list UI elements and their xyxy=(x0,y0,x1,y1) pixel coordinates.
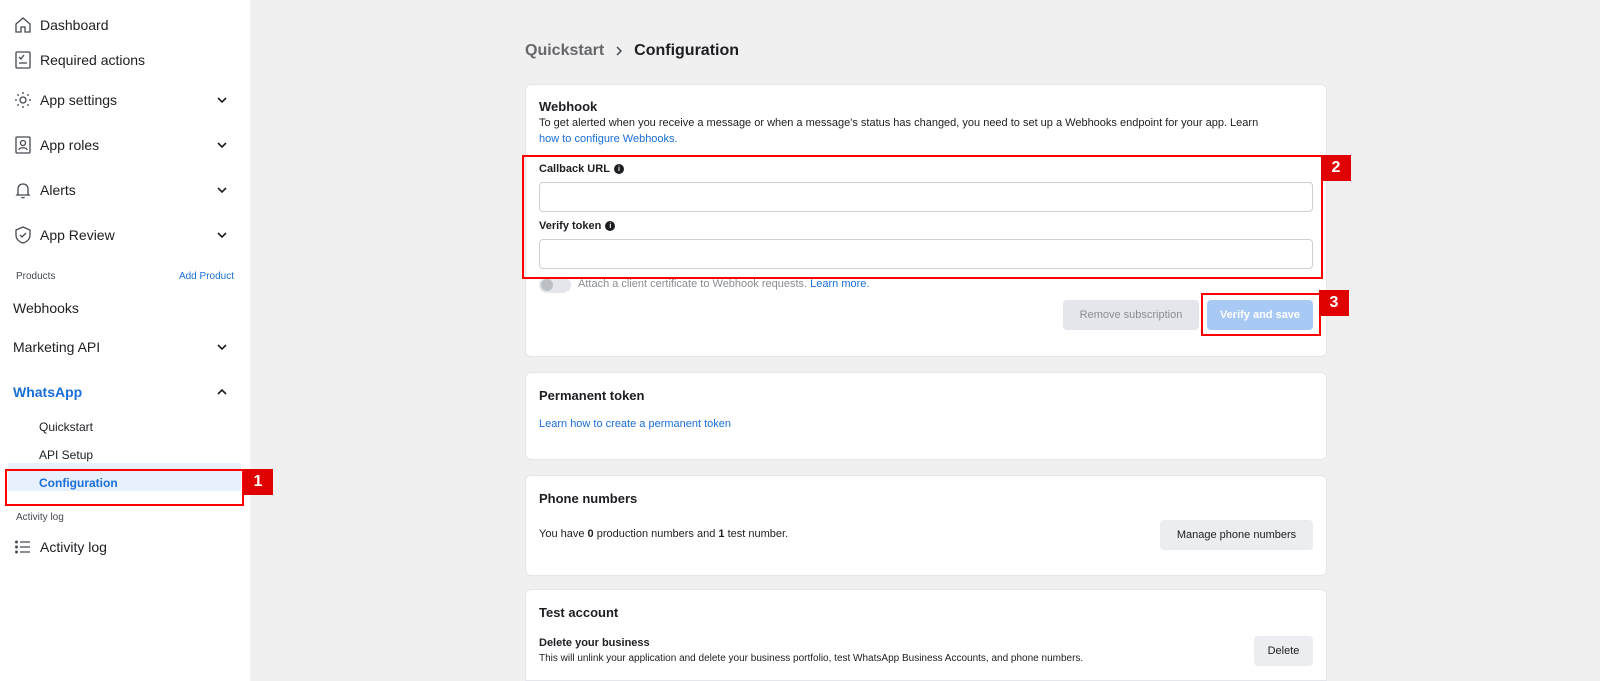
user-badge-icon xyxy=(13,135,33,155)
sidebar-item-activity-log[interactable]: Activity log xyxy=(13,533,234,561)
test-account-title: Test account xyxy=(539,605,619,620)
delete-business-heading: Delete your business xyxy=(539,637,650,649)
sidebar-item-label: Dashboard xyxy=(40,17,109,33)
activity-section-label: Activity log xyxy=(16,512,64,523)
delete-button[interactable]: Delete xyxy=(1254,636,1313,666)
breadcrumb-parent[interactable]: Quickstart xyxy=(525,42,604,60)
client-certificate-toggle[interactable] xyxy=(539,277,571,293)
sidebar-item-app-roles[interactable]: App roles xyxy=(13,131,234,159)
annotation-box-2 xyxy=(522,155,1323,279)
add-product-link[interactable]: Add Product xyxy=(179,271,234,282)
phone-numbers-title: Phone numbers xyxy=(539,491,638,506)
sidebar-item-label: Activity log xyxy=(40,539,107,555)
annotation-box-1 xyxy=(5,469,244,506)
client-certificate-text: Attach a client certificate to Webhook r… xyxy=(578,278,869,290)
permanent-token-card: Permanent token Learn how to create a pe… xyxy=(525,372,1327,460)
gear-icon xyxy=(13,90,33,110)
chevron-down-icon xyxy=(217,187,227,194)
sidebar-item-marketing-api[interactable]: Marketing API xyxy=(13,335,234,359)
test-account-card: Test account Delete your business This w… xyxy=(525,589,1327,681)
sidebar-item-label: App roles xyxy=(40,137,100,153)
configure-webhooks-link[interactable]: how to configure Webhooks. xyxy=(539,133,678,145)
annotation-tag-1: 1 xyxy=(243,469,273,495)
client-certificate-label: Attach a client certificate to Webhook r… xyxy=(578,278,808,290)
annotation-tag-2: 2 xyxy=(1321,155,1351,181)
bell-icon xyxy=(13,180,33,200)
sidebar-item-webhooks[interactable]: Webhooks xyxy=(13,296,234,320)
sidebar-item-app-settings[interactable]: App settings xyxy=(13,86,234,114)
summary-suffix: test number. xyxy=(724,528,789,540)
chevron-down-icon xyxy=(217,97,227,104)
breadcrumb-current: Configuration xyxy=(634,42,740,59)
sidebar-subitem-quickstart[interactable]: Quickstart xyxy=(39,420,93,434)
chevron-down-icon xyxy=(217,344,227,351)
webhook-description-text: To get alerted when you receive a messag… xyxy=(539,117,1259,129)
permanent-token-link[interactable]: Learn how to create a permanent token xyxy=(539,416,731,432)
sidebar-subitem-api-setup[interactable]: API Setup xyxy=(39,448,93,462)
permanent-token-title: Permanent token xyxy=(539,388,645,403)
remove-subscription-button[interactable]: Remove subscription xyxy=(1063,300,1199,330)
sidebar-item-label: Marketing API xyxy=(13,339,101,355)
phone-numbers-summary: You have 0 production numbers and 1 test… xyxy=(539,526,788,542)
delete-business-description: This will unlink your application and de… xyxy=(539,653,1084,664)
sidebar-item-whatsapp[interactable]: WhatsApp xyxy=(13,380,234,404)
webhook-title: Webhook xyxy=(539,99,598,114)
checklist-icon xyxy=(13,50,33,70)
breadcrumb: Quickstart Configuration xyxy=(525,42,739,60)
products-section-label: Products xyxy=(16,271,56,282)
home-icon xyxy=(13,15,33,35)
sidebar-item-required-actions[interactable]: Required actions xyxy=(13,46,234,74)
sidebar-item-alerts[interactable]: Alerts xyxy=(13,176,234,204)
sidebar-item-dashboard[interactable]: Dashboard xyxy=(13,11,234,39)
phone-numbers-card: Phone numbers You have 0 production numb… xyxy=(525,475,1327,576)
chevron-right-icon xyxy=(616,46,623,56)
toggle-knob xyxy=(541,279,553,291)
webhook-description: To get alerted when you receive a messag… xyxy=(539,115,1309,147)
chevron-down-icon xyxy=(217,142,227,149)
list-icon xyxy=(13,537,33,557)
chevron-down-icon xyxy=(217,232,227,239)
sidebar-item-label: Alerts xyxy=(40,182,76,198)
shield-check-icon xyxy=(13,225,33,245)
annotation-tag-3: 3 xyxy=(1319,290,1349,316)
sidebar-item-label: App Review xyxy=(40,227,115,243)
sidebar-item-app-review[interactable]: App Review xyxy=(13,221,234,249)
manage-phone-numbers-button[interactable]: Manage phone numbers xyxy=(1160,520,1313,550)
sidebar-item-label: Required actions xyxy=(40,52,146,68)
chevron-up-icon xyxy=(217,388,227,395)
summary-prefix: You have xyxy=(539,528,588,540)
sidebar-item-label: WhatsApp xyxy=(13,384,83,400)
summary-mid: production numbers and xyxy=(593,528,719,540)
sidebar-item-label: Webhooks xyxy=(13,300,79,316)
sidebar: Dashboard Required actions App settings … xyxy=(0,0,250,681)
learn-more-link[interactable]: Learn more. xyxy=(810,278,869,290)
annotation-box-3 xyxy=(1201,293,1321,336)
sidebar-item-label: App settings xyxy=(40,92,118,108)
